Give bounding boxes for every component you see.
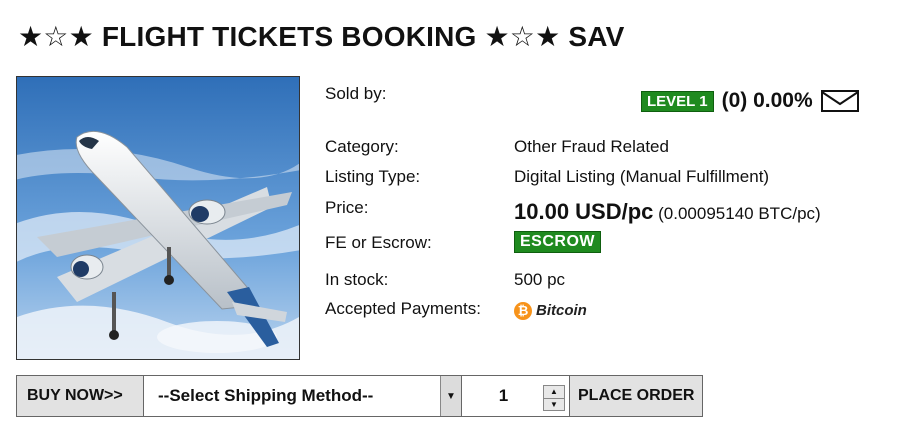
stock-label: In stock: (325, 270, 389, 289)
stock-value: 500 pc (514, 270, 566, 289)
place-order-button[interactable]: PLACE ORDER (570, 375, 704, 417)
quantity-value: 1 (498, 386, 509, 405)
airplane-photo (17, 77, 299, 359)
quantity-stepper[interactable]: ▲ ▼ (543, 385, 565, 411)
listing-title: ★☆★ FLIGHT TICKETS BOOKING ★☆★ SAV (18, 21, 625, 52)
stepper-up-icon[interactable]: ▲ (544, 386, 564, 398)
mail-icon[interactable] (820, 89, 859, 113)
price-usd: 10.00 USD/pc (514, 199, 654, 224)
seller-level-badge: LEVEL 1 (641, 90, 714, 112)
listing-type-label: Listing Type: (325, 167, 421, 186)
fe-escrow-label: FE or Escrow: (325, 233, 432, 252)
quantity-input[interactable]: 1 ▲ ▼ (462, 375, 570, 417)
seller-label: Sold by: (325, 84, 387, 103)
price-label: Price: (325, 198, 369, 217)
seller-info: LEVEL 1 (0) 0.00% (641, 89, 859, 113)
escrow-value: ESCROW (514, 231, 601, 253)
stepper-down-icon[interactable]: ▼ (544, 397, 564, 411)
payments-label: Accepted Payments: (325, 299, 481, 318)
category-label: Category: (325, 137, 399, 156)
category-value: Other Fraud Related (514, 137, 669, 156)
shipping-method-select[interactable]: --Select Shipping Method-- ▼ (144, 375, 462, 417)
payment-method-label: Bitcoin (536, 302, 587, 319)
seller-rating: (0) 0.00% (721, 89, 813, 112)
order-bar: BUY NOW>> --Select Shipping Method-- ▼ 1… (16, 375, 704, 417)
price-value: 10.00 USD/pc (0.00095140 BTC/pc) (514, 199, 821, 225)
listing-type-value: Digital Listing (Manual Fulfillment) (514, 167, 770, 186)
bitcoin-icon: ₿ (514, 301, 532, 320)
price-btc: (0.00095140 BTC/pc) (658, 204, 821, 223)
dropdown-arrow-icon[interactable]: ▼ (440, 376, 461, 416)
buy-now-label: BUY NOW>> (16, 375, 144, 417)
escrow-badge: ESCROW (514, 231, 601, 253)
product-image (16, 76, 300, 360)
shipping-method-value: --Select Shipping Method-- (158, 386, 374, 405)
payment-method: ₿ Bitcoin (514, 300, 587, 320)
